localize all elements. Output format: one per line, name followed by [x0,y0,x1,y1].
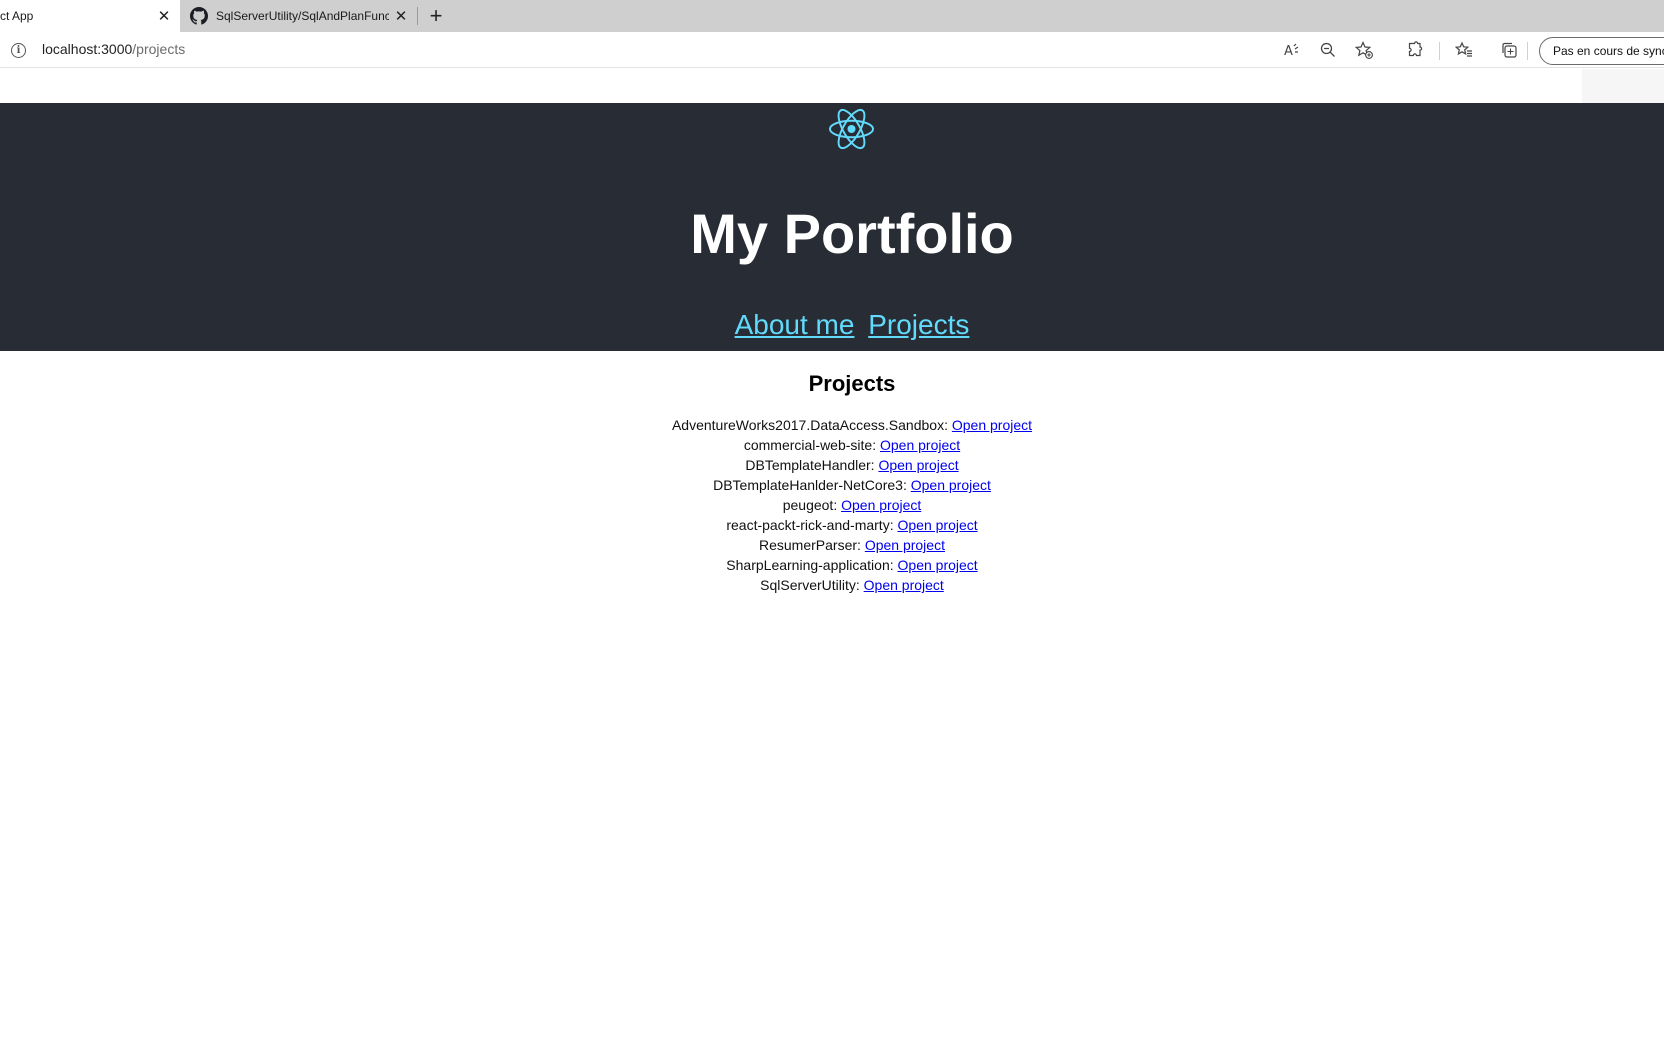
list-item: commercial-web-site: Open project [0,435,1664,455]
list-item: ResumerParser: Open project [0,535,1664,555]
project-name: DBTemplateHanlder-NetCore3: [713,477,907,493]
open-project-link[interactable]: Open project [865,537,945,553]
list-item: peugeot: Open project [0,495,1664,515]
project-name: peugeot: [782,497,838,513]
tab-react-app[interactable]: ct App ✕ [0,0,180,32]
project-list: AdventureWorks2017.DataAccess.Sandbox: O… [0,415,1664,595]
list-item: AdventureWorks2017.DataAccess.Sandbox: O… [0,415,1664,435]
list-item: DBTemplateHandler: Open project [0,455,1664,475]
open-project-link[interactable]: Open project [911,477,991,493]
project-name: commercial-web-site: [743,437,877,453]
svg-text:A: A [1284,44,1293,58]
open-project-link[interactable]: Open project [898,557,978,573]
url-path: /projects [132,41,186,57]
project-name: DBTemplateHandler: [745,457,875,473]
open-project-link[interactable]: Open project [841,497,921,513]
project-name: SqlServerUtility: [760,577,860,593]
open-project-link[interactable]: Open project [897,517,977,533]
list-item: DBTemplateHanlder-NetCore3: Open project [0,475,1664,495]
toolbar-divider [1439,42,1440,60]
open-project-link[interactable]: Open project [880,437,960,453]
zoom-out-icon[interactable] [1318,40,1338,60]
project-name: ResumerParser: [759,537,861,553]
browser-tab-bar: ct App ✕ SqlServerUtility/SqlAndPlanFunc… [0,0,1664,32]
close-icon[interactable]: ✕ [152,4,176,28]
list-item: SqlServerUtility: Open project [0,575,1664,595]
open-project-link[interactable]: Open project [864,577,944,593]
tab-label: ct App [0,9,34,23]
add-favorite-icon[interactable] [1354,40,1374,60]
address-bar: i localhost:3000/projects A [0,32,1664,68]
project-name: react-packt-rick-and-marty: [726,517,894,533]
collections-icon[interactable] [1499,40,1519,60]
nav-link-about-me[interactable]: About me [735,309,855,340]
nav-link-projects[interactable]: Projects [868,309,969,340]
list-item: SharpLearning-application: Open project [0,555,1664,575]
react-logo-icon [829,108,874,150]
favorites-icon[interactable] [1454,40,1474,60]
tab-label: SqlServerUtility/SqlAndPlanFunc [216,9,389,23]
new-tab-button[interactable]: + [424,4,448,28]
github-icon [190,7,208,25]
page-title: My Portfolio [690,202,1014,265]
project-name: SharpLearning-application: [726,557,894,573]
project-name: AdventureWorks2017.DataAccess.Sandbox: [671,417,948,433]
url-host: localhost:3000 [42,41,133,57]
extensions-icon[interactable] [1405,40,1425,60]
url-field[interactable]: localhost:3000/projects [42,41,185,57]
site-info-icon[interactable]: i [11,43,26,58]
scrollbar-track[interactable] [1582,69,1664,103]
read-aloud-icon[interactable]: A [1282,40,1302,60]
main-nav: About me Projects [0,305,1664,345]
close-icon[interactable]: ✕ [389,4,413,28]
toolbar-divider [1527,42,1528,60]
open-project-link[interactable]: Open project [952,417,1032,433]
tab-github[interactable]: SqlServerUtility/SqlAndPlanFunc ✕ [180,0,417,32]
sync-profile-button[interactable]: Pas en cours de synchro [1539,37,1664,65]
projects-heading: Projects [808,371,896,396]
open-project-link[interactable]: Open project [878,457,958,473]
list-item: react-packt-rick-and-marty: Open project [0,515,1664,535]
tab-divider [417,7,418,25]
page-top-gap [0,69,1664,103]
